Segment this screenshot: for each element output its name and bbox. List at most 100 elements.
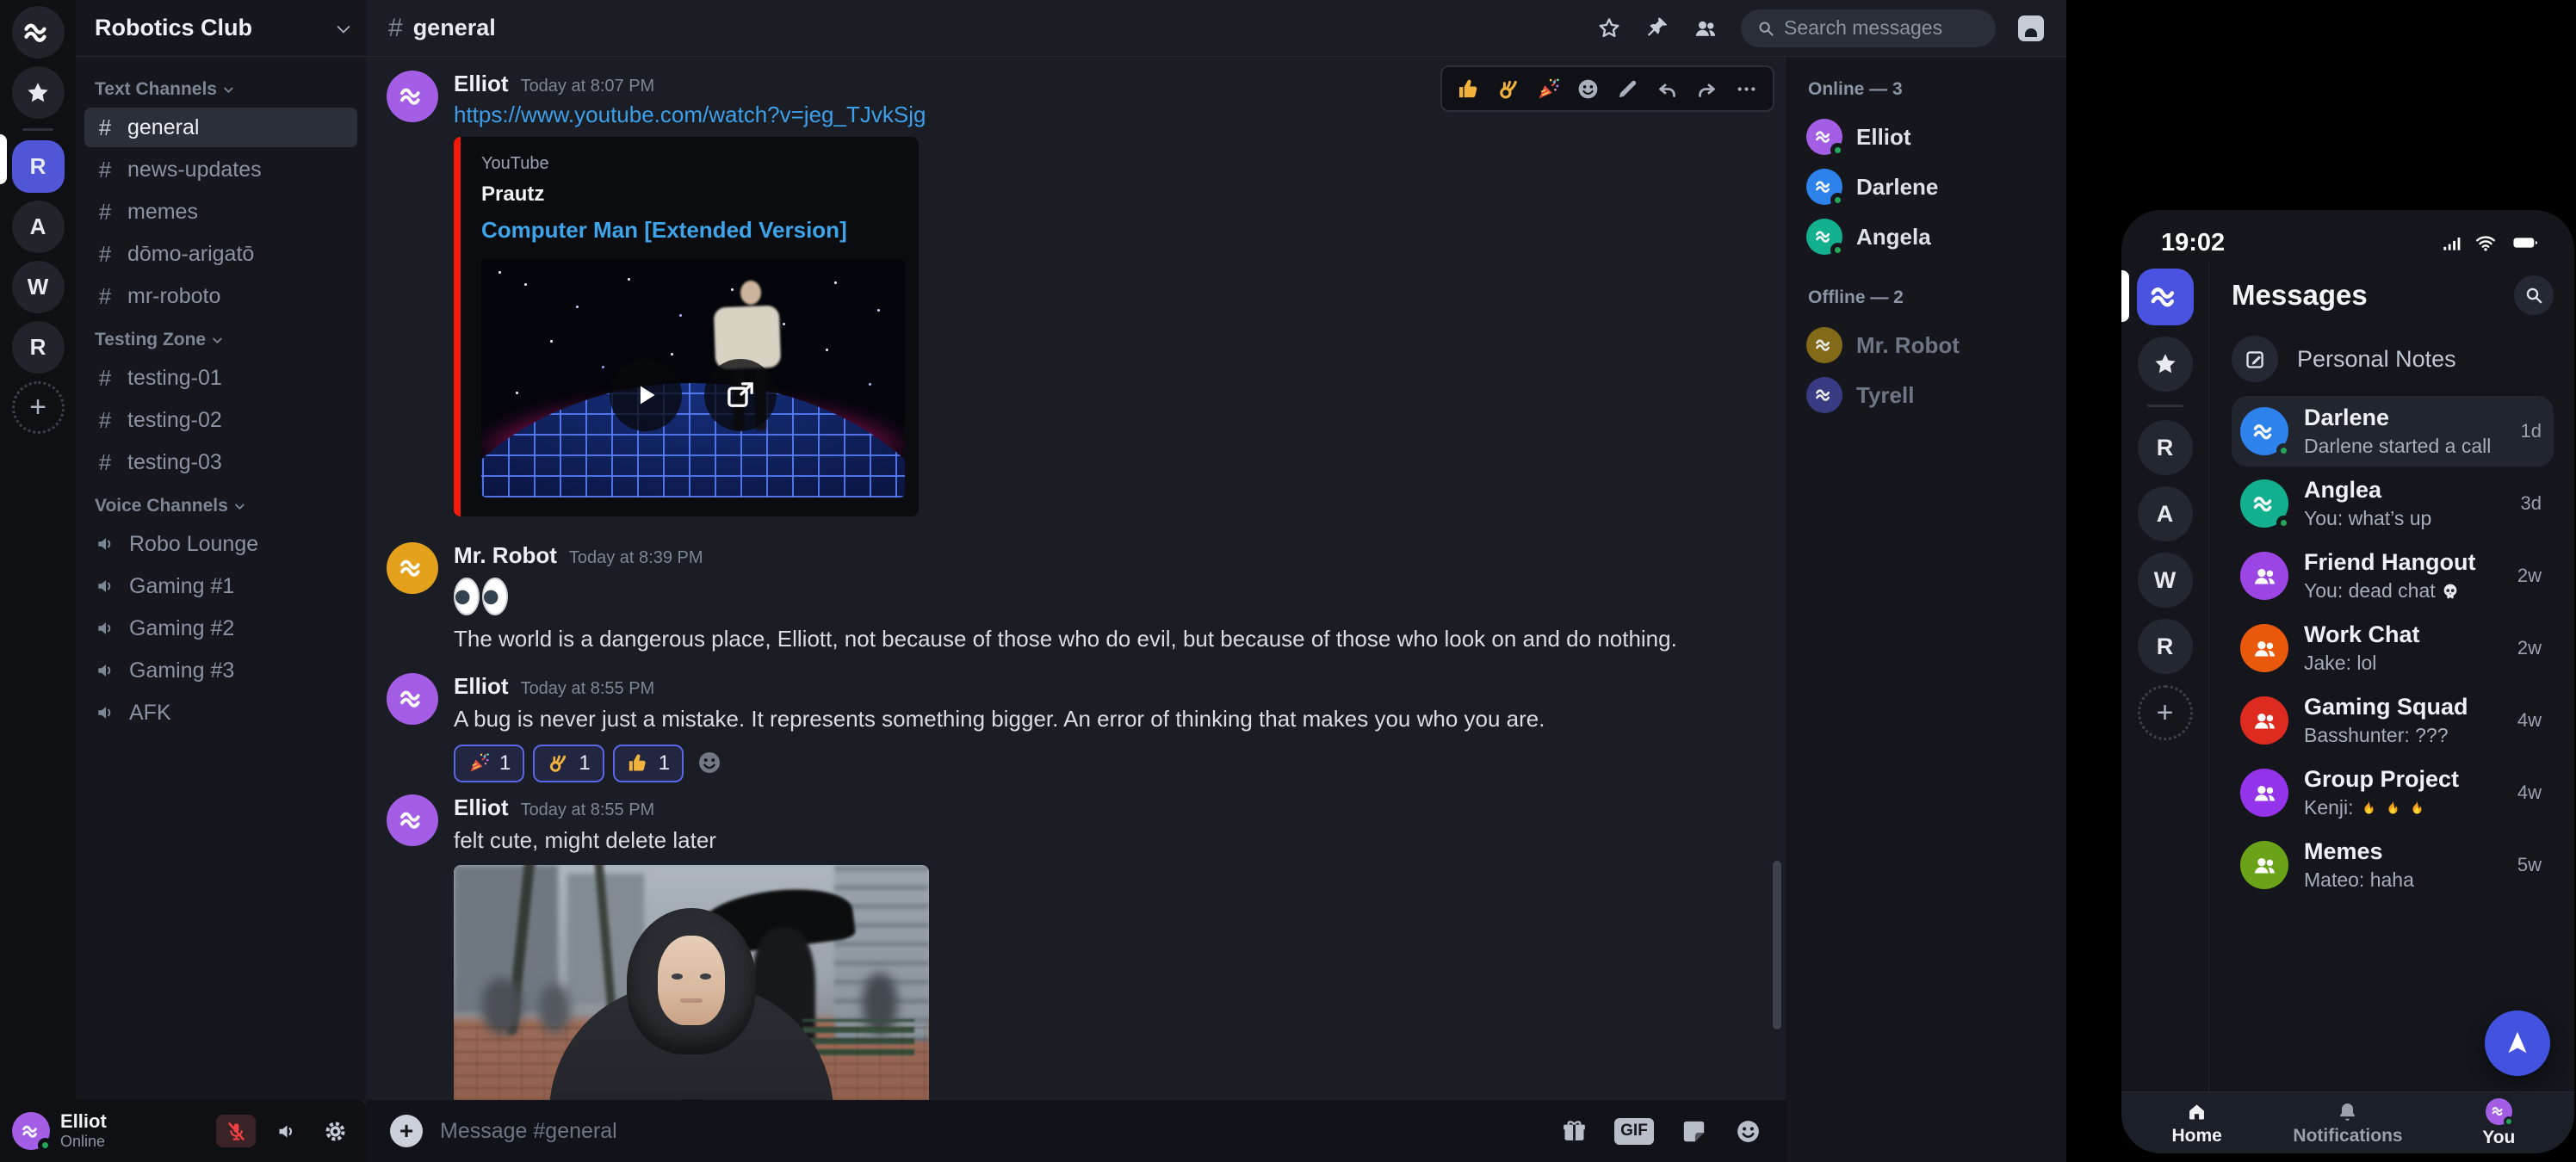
message-timestamp: Today at 8:55 PM [521,800,655,820]
attached-photo[interactable] [454,865,929,1100]
voice-afk[interactable]: AFK [84,693,357,732]
sticker-icon[interactable] [1680,1117,1708,1146]
mic-muted-button[interactable] [216,1115,256,1147]
avatar [2240,841,2288,889]
server-r2[interactable]: R [12,321,65,374]
search-button[interactable] [2514,275,2554,315]
server-initial: W [28,274,49,300]
quick-react-ok-hand-button[interactable] [1492,71,1525,106]
scrollbar-thumb[interactable] [1773,861,1781,1029]
channel-domo-arigato[interactable]: #dōmo-arigatō [84,234,357,274]
edit-message-button[interactable] [1611,71,1644,106]
gif-picker-button[interactable]: GIF [1614,1118,1654,1145]
voice-gaming-1[interactable]: Gaming #1 [84,566,357,606]
member-tyrell[interactable]: Tyrell [1805,370,2054,420]
emoji-picker-icon[interactable] [1734,1117,1762,1146]
add-reaction-button[interactable] [696,749,725,778]
pin-icon[interactable] [1644,15,1670,41]
section-text-channels[interactable]: Text Channels [84,74,357,105]
section-voice-channels[interactable]: Voice Channels [84,491,357,522]
quick-react-party-button[interactable] [1532,71,1564,106]
server-r2[interactable]: R [2138,619,2193,674]
avatar[interactable] [387,542,438,594]
reply-button[interactable] [1650,71,1683,106]
channel-testing-03[interactable]: #testing-03 [84,442,357,482]
member-angela[interactable]: Angela [1805,212,2054,262]
members-icon[interactable] [1693,15,1718,41]
message-author[interactable]: Elliot [454,71,509,97]
reaction-thumbs-up[interactable]: 1 [613,745,684,782]
search-box[interactable] [1741,9,1996,47]
message-author[interactable]: Elliot [454,794,509,821]
channel-mr-roboto[interactable]: #mr-roboto [84,276,357,316]
avatar[interactable] [387,673,438,725]
inbox-icon[interactable] [2018,15,2044,41]
reaction-ok-hand[interactable]: 1 [533,745,604,782]
message-author[interactable]: Mr. Robot [454,542,557,569]
add-reaction-button[interactable] [1571,71,1604,106]
play-button[interactable] [610,359,682,431]
gift-icon[interactable] [1560,1117,1588,1146]
server-w[interactable]: W [12,261,65,313]
channel-news-updates[interactable]: #news-updates [84,150,357,189]
attach-button[interactable]: + [390,1115,423,1147]
channel-testing-01[interactable]: #testing-01 [84,358,357,398]
new-message-fab[interactable] [2485,1011,2550,1076]
conversation-group-project[interactable]: Group Project Kenji: 4w [2232,757,2554,828]
star-icon[interactable] [1596,15,1622,41]
nav-home[interactable]: Home [2121,1100,2272,1147]
channel-general[interactable]: #general [84,108,357,147]
personal-notes-row[interactable]: Personal Notes [2232,336,2554,382]
conversation-gaming-squad[interactable]: Gaming Squad Basshunter: ??? 4w [2232,685,2554,756]
favorites-button[interactable] [2138,337,2193,392]
member-mr-robot[interactable]: Mr. Robot [1805,320,2054,370]
deafen-button[interactable] [269,1115,304,1147]
voice-gaming-3[interactable]: Gaming #3 [84,651,357,690]
conversation-darlene[interactable]: Darlene Darlene started a call 1d [2232,396,2554,467]
conversation-memes[interactable]: Memes Mateo: haha 5w [2232,830,2554,900]
conversation-work-chat[interactable]: Work Chat Jake: lol 2w [2232,613,2554,683]
message-author[interactable]: Elliot [454,673,509,700]
quick-react-thumbs-up-button[interactable] [1452,71,1485,106]
nav-you[interactable]: You [2424,1098,2574,1148]
server-robotics-club[interactable]: R [12,140,65,193]
conversation-anglea[interactable]: Anglea You: what’s up 3d [2232,468,2554,539]
server-w[interactable]: W [2138,553,2193,608]
message-input[interactable] [440,1119,1543,1144]
search-icon [2523,285,2544,306]
youtube-link[interactable]: https://www.youtube.com/watch?v=jeg_TJvk… [454,102,926,128]
forward-button[interactable] [1690,71,1723,106]
reaction-party-popper[interactable]: 1 [454,745,524,782]
channel-memes[interactable]: #memes [84,192,357,232]
add-server-button[interactable]: + [2138,685,2193,740]
embed-video-title[interactable]: Computer Man [Extended Version] [481,217,898,244]
open-external-button[interactable] [704,359,777,431]
hash-icon: # [95,241,115,268]
server-header[interactable]: Robotics Club [76,0,366,57]
more-actions-button[interactable] [1730,71,1762,106]
favorites-button[interactable] [12,66,65,119]
video-thumbnail[interactable] [481,259,905,498]
settings-button[interactable] [318,1115,352,1147]
add-server-button[interactable]: + [12,381,65,434]
member-darlene[interactable]: Darlene [1805,162,2054,212]
member-elliot[interactable]: Elliot [1805,112,2054,162]
bell-icon [2336,1100,2359,1123]
server-a[interactable]: A [2138,486,2193,541]
voice-robo-lounge[interactable]: Robo Lounge [84,524,357,564]
server-r[interactable]: R [2138,420,2193,475]
server-a[interactable]: A [12,201,65,253]
section-testing-zone[interactable]: Testing Zone [84,324,357,355]
nav-notifications[interactable]: Notifications [2272,1100,2423,1147]
user-avatar[interactable] [12,1112,50,1150]
avatar[interactable] [387,71,438,122]
home-server-button[interactable] [2137,269,2194,325]
search-input[interactable] [1784,16,1980,40]
home-server-button[interactable] [12,6,65,59]
avatar[interactable] [387,794,438,846]
speaker-icon [95,659,117,682]
embed-author[interactable]: Prautz [481,182,898,207]
conversation-friend-hangout[interactable]: Friend Hangout You: dead chat 2w [2232,541,2554,611]
channel-testing-02[interactable]: #testing-02 [84,400,357,440]
voice-gaming-2[interactable]: Gaming #2 [84,609,357,648]
